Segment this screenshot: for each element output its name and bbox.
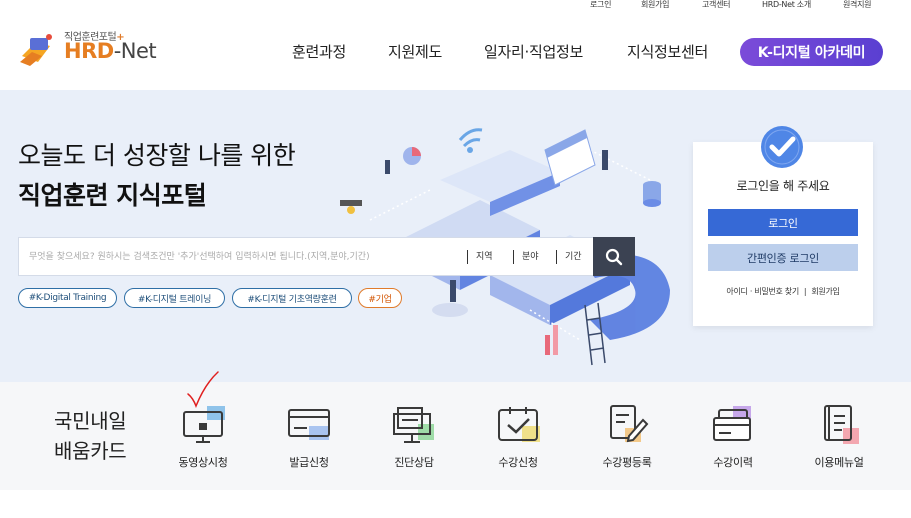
tag-k-digital-training[interactable]: #K-Digital Training: [18, 288, 117, 308]
hrd-net-logo[interactable]: 직업훈련포털+ HRD-Net: [16, 28, 176, 74]
menu-user-manual[interactable]: 이용메뉴얼: [797, 404, 881, 474]
card-icon: [288, 409, 330, 440]
find-account-link[interactable]: 아이디 · 비밀번호 찾기: [726, 287, 799, 296]
logo-mark-icon: [20, 34, 52, 66]
login-links: 아이디 · 비밀번호 찾기 | 회원가입: [726, 287, 840, 296]
filter-field[interactable]: 분야: [513, 250, 539, 264]
hero-headline-1: 오늘도 더 성장할 나를 위한: [18, 141, 296, 170]
hero-section: 오늘도 더 성장할 나를 위한 직업훈련 지식포털 지역 분야 기간 #K-Di…: [0, 90, 911, 382]
utility-bar: 로그인 회원가입 고객센터 HRD-Net 소개 원격지원: [0, 0, 911, 14]
checkbox-icon: [498, 407, 540, 442]
menu-review-register[interactable]: 수강평등록: [585, 404, 669, 474]
nav-job-info[interactable]: 일자리·직업정보: [484, 41, 583, 62]
filter-period[interactable]: 기간: [556, 250, 582, 264]
main-header: 직업훈련포털+ HRD-Net 훈련과정 지원제도 일자리·직업정보 지식정보센…: [0, 14, 911, 90]
topbar-support-link[interactable]: 고객센터: [702, 0, 731, 10]
topbar-login-link[interactable]: 로그인: [590, 0, 611, 10]
menu-video-watch[interactable]: 동영상시청: [161, 404, 245, 474]
presentation-icon: [393, 407, 434, 443]
monitor-play-icon: [183, 406, 225, 443]
k-digital-academy-button[interactable]: K-디지털 아카데미: [740, 38, 883, 66]
filter-region[interactable]: 지역: [467, 250, 493, 264]
nav-training-courses[interactable]: 훈련과정: [292, 41, 346, 62]
simple-auth-login-button[interactable]: 간편인증 로그인: [708, 244, 858, 271]
login-panel: 로그인을 해 주세요 로그인 간편인증 로그인 아이디 · 비밀번호 찾기 | 회원…: [693, 126, 873, 326]
search-icon: [605, 248, 623, 265]
red-checkmark-annotation: [187, 371, 219, 408]
join-link[interactable]: 회원가입: [811, 287, 840, 296]
topbar-remote-link[interactable]: 원격지원: [843, 0, 872, 10]
nav-knowledge-center[interactable]: 지식정보센터: [627, 41, 708, 62]
hero-headline-2: 직업훈련 지식포털: [18, 181, 207, 210]
menu-course-history[interactable]: 수강이력: [691, 404, 775, 474]
login-button[interactable]: 로그인: [708, 209, 858, 236]
learning-card-section: 국민내일 배움카드 동영상시청 발급신청 진단상담 수강신청 수강평등록 수강이…: [0, 382, 911, 490]
tag-k-digital-training-kr[interactable]: #K-디지털 트레이닝: [124, 288, 225, 308]
menu-course-apply[interactable]: 수강신청: [476, 404, 560, 474]
history-card-icon: [713, 406, 751, 441]
manual-icon: [824, 405, 859, 444]
topbar-signup-link[interactable]: 회원가입: [641, 0, 670, 10]
tag-k-digital-basic[interactable]: #K-디지털 기초역량훈련: [232, 288, 352, 308]
login-title: 로그인을 해 주세요: [736, 179, 830, 193]
card-section-title: 국민내일 배움카드: [54, 409, 127, 463]
edit-document-icon: [610, 405, 649, 443]
menu-consult[interactable]: 진단상담: [372, 404, 456, 474]
check-circle-icon: [761, 126, 803, 168]
search-button[interactable]: [593, 237, 635, 276]
search-bar: 지역 분야 기간: [18, 237, 635, 276]
logo-wordmark: HRD-Net: [64, 39, 157, 63]
topbar-about-link[interactable]: HRD-Net 소개: [762, 0, 811, 10]
nav-support-system[interactable]: 지원제도: [388, 41, 442, 62]
search-input[interactable]: [29, 247, 465, 267]
menu-card-issue[interactable]: 발급신청: [267, 404, 351, 474]
tag-company[interactable]: #기업: [358, 288, 402, 308]
